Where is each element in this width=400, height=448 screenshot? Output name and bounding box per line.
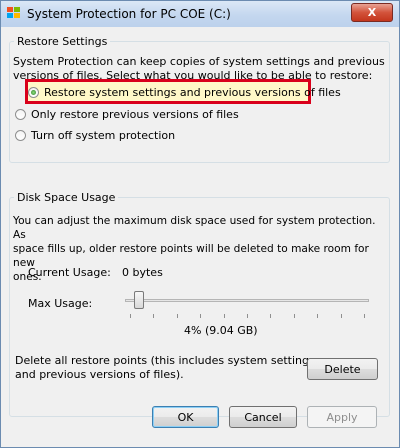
delete-description: Delete all restore points (this includes… [15, 354, 315, 381]
radio-turn-off-protection[interactable]: Turn off system protection [15, 127, 175, 143]
slider-tick [270, 314, 272, 318]
title-bar[interactable]: System Protection for PC COE (C:) X [1, 1, 399, 27]
window-title: System Protection for PC COE (C:) [27, 7, 231, 21]
cancel-button[interactable]: Cancel [229, 406, 297, 428]
slider-thumb[interactable] [134, 291, 145, 309]
disk-space-legend: Disk Space Usage [17, 191, 116, 204]
radio-label: Restore system settings and previous ver… [44, 85, 341, 99]
window-icon [7, 7, 20, 18]
apply-button[interactable]: Apply [307, 406, 377, 428]
slider-tick [223, 314, 225, 318]
slider-tick [340, 314, 342, 318]
radio-label: Turn off system protection [31, 128, 176, 142]
max-usage-label: Max Usage: [28, 297, 93, 310]
radio-restore-settings-and-files[interactable]: Restore system settings and previous ver… [28, 84, 341, 100]
current-usage-value: 0 bytes [122, 266, 163, 279]
radio-button-icon [15, 108, 26, 120]
radio-button-icon [15, 129, 26, 141]
system-protection-dialog: System Protection for PC COE (C:) X Rest… [0, 0, 400, 448]
slider-tick [364, 314, 365, 318]
dialog-body: Restore Settings System Protection can k… [1, 27, 399, 447]
slider-tick [247, 314, 248, 318]
slider-tick [200, 314, 202, 318]
radio-label: Only restore previous versions of files [31, 107, 239, 121]
restore-settings-legend: Restore Settings [17, 35, 108, 48]
ok-button[interactable]: OK [152, 406, 219, 428]
slider-track[interactable] [125, 299, 369, 302]
slider-tick [293, 314, 295, 318]
close-icon: X [367, 6, 377, 19]
slider-tick [130, 314, 131, 318]
close-button[interactable]: X [351, 3, 393, 22]
slider-tick [153, 314, 155, 318]
max-usage-value: 4% (9.04 GB) [184, 324, 258, 337]
delete-button[interactable]: Delete [307, 358, 378, 380]
slider-tick [176, 314, 178, 318]
radio-button-icon [28, 86, 39, 98]
current-usage-label: Current Usage: [28, 266, 111, 279]
slider-tick [317, 314, 319, 318]
radio-only-previous-versions[interactable]: Only restore previous versions of files [15, 106, 239, 122]
